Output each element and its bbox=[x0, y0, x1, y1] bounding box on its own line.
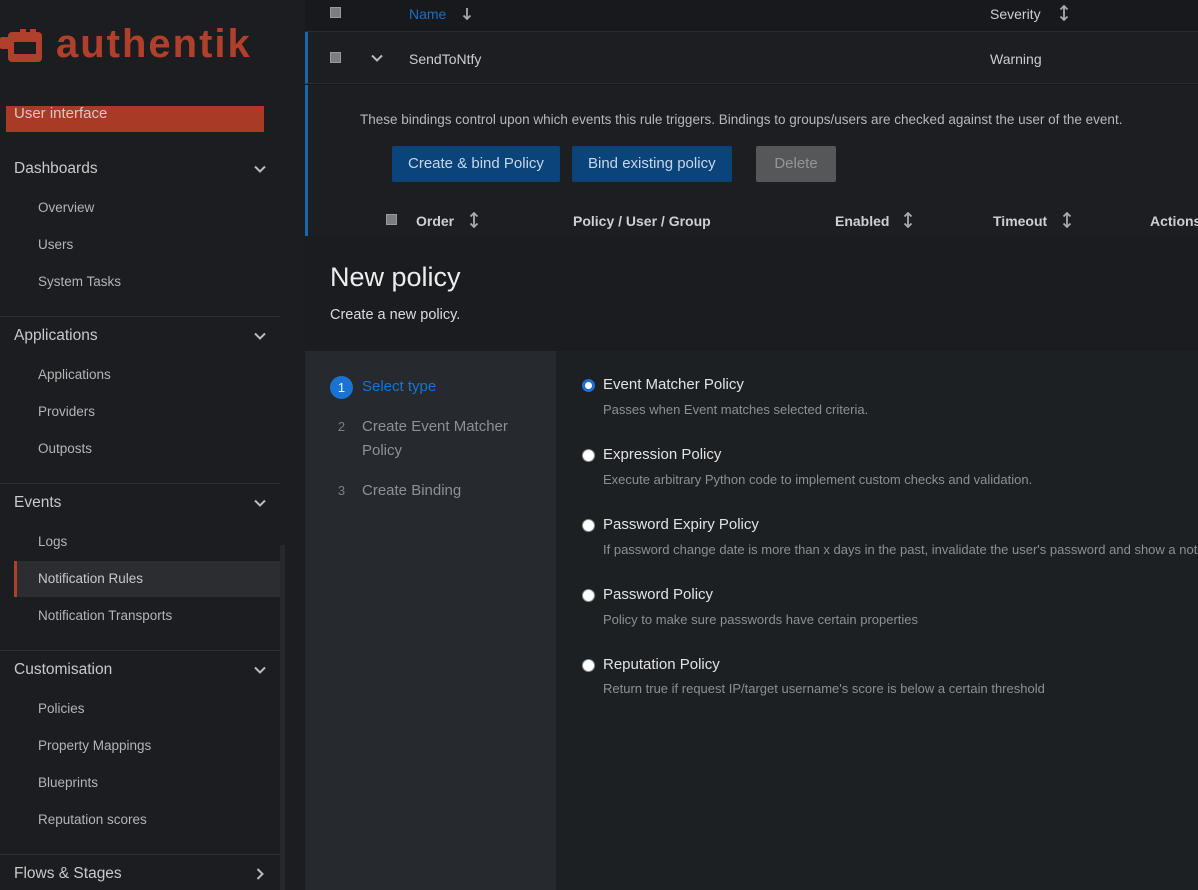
modal-header: New policy Create a new policy. bbox=[305, 236, 1198, 351]
option-title: Expression Policy bbox=[603, 446, 722, 463]
nav-item-notification-transports[interactable]: Notification Transports bbox=[14, 598, 280, 634]
option-title: Password Policy bbox=[603, 586, 714, 603]
column-name[interactable]: Name bbox=[409, 6, 446, 22]
radio-reputation-policy[interactable] bbox=[582, 659, 595, 672]
nav-item-reputation-scores[interactable]: Reputation scores bbox=[14, 802, 280, 838]
option-description: Return true if request IP/target usernam… bbox=[603, 681, 1045, 696]
step-label: Create Binding bbox=[362, 482, 462, 499]
create-bind-policy-button[interactable]: Create & bind Policy bbox=[392, 146, 560, 182]
delete-button[interactable]: Delete bbox=[756, 146, 836, 182]
step-number: 2 bbox=[337, 419, 346, 434]
nav-item-system-tasks[interactable]: System Tasks bbox=[14, 264, 280, 300]
chevron-down-icon bbox=[254, 165, 266, 173]
chevron-down-icon bbox=[254, 499, 266, 507]
nav-item-notification-rules[interactable]: Notification Rules bbox=[14, 561, 280, 597]
radio-expression-policy[interactable] bbox=[582, 449, 595, 462]
row-name: SendToNtfy bbox=[409, 51, 482, 67]
radio-event-matcher-policy[interactable] bbox=[582, 379, 595, 392]
modal-subtitle: Create a new policy. bbox=[330, 307, 461, 323]
nav-divider bbox=[0, 854, 280, 855]
nav-item-logs[interactable]: Logs bbox=[14, 524, 280, 560]
column-timeout[interactable]: Timeout bbox=[993, 213, 1047, 229]
nav-section-customisation[interactable]: Customisation bbox=[0, 652, 280, 688]
option-description: If password change date is more than x d… bbox=[603, 542, 1198, 557]
select-all-checkbox[interactable] bbox=[330, 7, 341, 18]
option-title: Event Matcher Policy bbox=[603, 376, 744, 393]
option-description: Execute arbitrary Python code to impleme… bbox=[603, 472, 1033, 487]
logo-text: authentik bbox=[56, 22, 252, 66]
chevron-down-icon bbox=[254, 332, 266, 340]
table-header: Name Severity bbox=[305, 0, 1198, 32]
sidebar-scrollbar[interactable] bbox=[280, 545, 285, 890]
sort-icon[interactable] bbox=[1059, 5, 1069, 21]
nav-item-property-mappings[interactable]: Property Mappings bbox=[14, 728, 280, 764]
sort-down-icon[interactable] bbox=[462, 7, 472, 21]
wizard-steps: 1 Select type 2 Create Event Matcher Pol… bbox=[305, 351, 556, 890]
policy-type-list: Event Matcher Policy Passes when Event m… bbox=[556, 351, 1198, 890]
nav-item-outposts[interactable]: Outposts bbox=[14, 431, 280, 467]
step-label: Select type bbox=[362, 378, 437, 395]
expanded-row-content: These bindings control upon which events… bbox=[305, 85, 1198, 236]
nav-section-applications[interactable]: Applications bbox=[0, 318, 280, 354]
sort-icon[interactable] bbox=[469, 212, 479, 228]
nav-section-flows-stages[interactable]: Flows & Stages bbox=[0, 856, 280, 890]
bindings-select-all-checkbox[interactable] bbox=[386, 214, 397, 225]
option-title: Password Expiry Policy bbox=[603, 516, 759, 533]
nav-item-providers[interactable]: Providers bbox=[14, 394, 280, 430]
nav-divider bbox=[0, 650, 280, 651]
sidebar: authentik User interface Dashboards Over… bbox=[0, 0, 305, 890]
nav-divider bbox=[0, 483, 280, 484]
radio-password-expiry-policy[interactable] bbox=[582, 519, 595, 532]
nav-item-overview[interactable]: Overview bbox=[14, 190, 280, 226]
option-title: Reputation Policy bbox=[603, 656, 720, 673]
modal-title: New policy bbox=[330, 262, 461, 292]
step-number: 3 bbox=[337, 483, 346, 498]
column-target: Policy / User / Group bbox=[573, 213, 711, 229]
nav-section-label: Applications bbox=[14, 327, 98, 344]
nav-section-label: Flows & Stages bbox=[14, 865, 122, 882]
chevron-right-icon bbox=[256, 868, 264, 880]
sort-icon[interactable] bbox=[903, 212, 913, 228]
row-checkbox[interactable] bbox=[330, 52, 341, 63]
nav-item-users[interactable]: Users bbox=[14, 227, 280, 263]
nav-section-events[interactable]: Events bbox=[0, 485, 280, 521]
nav-section-label: Dashboards bbox=[14, 160, 98, 177]
sort-icon[interactable] bbox=[1062, 212, 1072, 228]
nav-divider bbox=[0, 316, 280, 317]
nav-item-applications[interactable]: Applications bbox=[14, 357, 280, 393]
chevron-down-icon bbox=[254, 666, 266, 674]
radio-password-policy[interactable] bbox=[582, 589, 595, 602]
nav-item-blueprints[interactable]: Blueprints bbox=[14, 765, 280, 801]
option-description: Passes when Event matches selected crite… bbox=[603, 402, 869, 417]
nav-section-label: Customisation bbox=[14, 661, 113, 678]
nav-item-policies[interactable]: Policies bbox=[14, 691, 280, 727]
column-severity[interactable]: Severity bbox=[990, 6, 1041, 22]
bindings-help-text: These bindings control upon which events… bbox=[360, 112, 1123, 127]
option-description: Policy to make sure passwords have certa… bbox=[603, 612, 919, 627]
column-enabled[interactable]: Enabled bbox=[835, 213, 889, 229]
column-order[interactable]: Order bbox=[416, 213, 454, 229]
bind-existing-policy-button[interactable]: Bind existing policy bbox=[572, 146, 732, 182]
step-label: Create Event Matcher Policy bbox=[362, 418, 508, 459]
chevron-down-icon[interactable] bbox=[371, 52, 383, 64]
column-actions: Actions bbox=[1150, 213, 1198, 229]
user-interface-link[interactable]: User interface bbox=[6, 106, 264, 132]
row-severity: Warning bbox=[990, 51, 1042, 67]
step-number: 1 bbox=[330, 376, 353, 399]
table-row[interactable]: SendToNtfy Warning bbox=[305, 32, 1198, 84]
nav-section-dashboards[interactable]: Dashboards bbox=[0, 151, 280, 187]
authentik-logo[interactable]: authentik bbox=[0, 22, 272, 68]
nav-section-label: Events bbox=[14, 494, 62, 511]
